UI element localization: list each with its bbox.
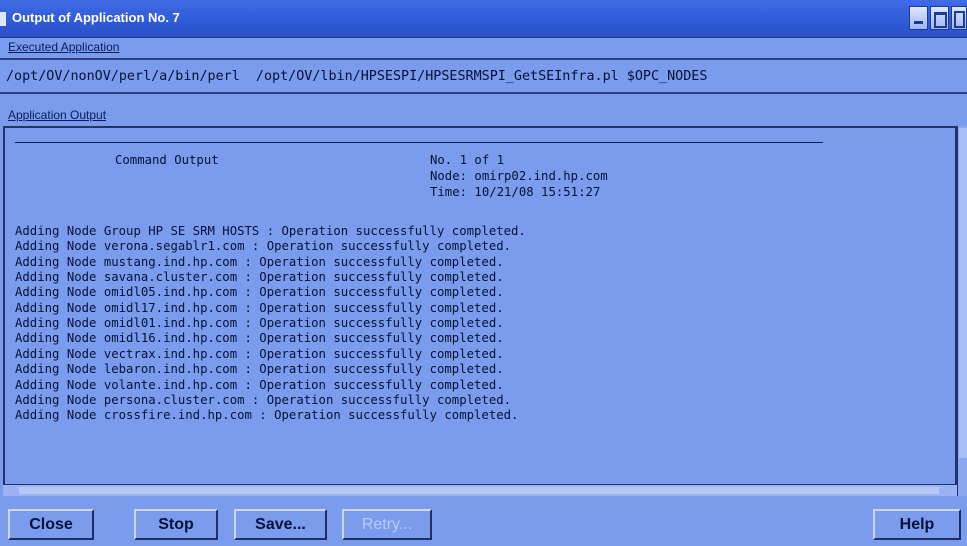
output-time: Time: 10/21/08 15:51:27 xyxy=(430,185,601,199)
application-output-label: Application Output xyxy=(8,108,107,122)
output-line: Adding Node omidl16.ind.hp.com : Operati… xyxy=(15,331,504,346)
output-node: Node: omirp02.ind.hp.com xyxy=(430,169,608,183)
button-bar: Close Stop Save... Retry... Help xyxy=(0,503,967,546)
title-bar: Output of Application No. 7 xyxy=(0,0,967,38)
close-icon xyxy=(954,11,965,28)
executed-application-label: Executed Application xyxy=(8,40,120,54)
maximize-button[interactable] xyxy=(930,6,949,30)
output-count: No. 1 of 1 xyxy=(430,153,505,167)
executed-command-field: /opt/OV/nonOV/perl/a/bin/perl /opt/OV/lb… xyxy=(0,58,967,94)
output-line: Adding Node volante.ind.hp.com : Operati… xyxy=(15,377,504,392)
output-divider xyxy=(15,142,823,143)
output-line: Adding Node Group HP SE SRM HOSTS : Oper… xyxy=(15,224,526,238)
vertical-scroll-thumb[interactable] xyxy=(959,128,967,458)
command-output-heading: Command Output xyxy=(115,153,219,167)
close-window-button[interactable] xyxy=(951,6,967,30)
executed-command-text: /opt/OV/nonOV/perl/a/bin/perl /opt/OV/lb… xyxy=(6,69,708,84)
horizontal-scrollbar[interactable] xyxy=(3,484,957,496)
output-line: Adding Node mustang.ind.hp.com : Operati… xyxy=(15,254,504,269)
output-line: Adding Node omidl01.ind.hp.com : Operati… xyxy=(15,316,504,331)
retry-button: Retry... xyxy=(342,509,432,540)
output-line: Adding Node omidl17.ind.hp.com : Operati… xyxy=(15,300,504,315)
output-line: Adding Node savana.cluster.com : Operati… xyxy=(15,270,504,285)
horizontal-scroll-thumb[interactable] xyxy=(19,487,939,494)
close-button[interactable]: Close xyxy=(8,509,94,540)
output-line: Adding Node crossfire.ind.hp.com : Opera… xyxy=(15,408,519,423)
output-line: Adding Node lebaron.ind.hp.com : Operati… xyxy=(15,362,504,377)
output-line: Adding Node omidl05.ind.hp.com : Operati… xyxy=(15,285,504,300)
minimize-icon xyxy=(914,21,923,24)
stop-button[interactable]: Stop xyxy=(134,509,218,540)
save-button[interactable]: Save... xyxy=(234,509,327,540)
minimize-button[interactable] xyxy=(909,6,928,30)
application-output-pane[interactable]: Command Output No. 1 of 1 Node: omirp02.… xyxy=(3,126,957,496)
vertical-scrollbar[interactable] xyxy=(957,126,967,496)
help-button[interactable]: Help xyxy=(873,509,961,540)
maximize-icon xyxy=(934,12,947,28)
output-line: Adding Node verona.segablr1.com : Operat… xyxy=(15,239,512,254)
output-line: Adding Node persona.cluster.com : Operat… xyxy=(15,392,512,407)
window-title: Output of Application No. 7 xyxy=(12,10,180,25)
app-icon xyxy=(0,12,6,26)
output-line: Adding Node vectrax.ind.hp.com : Operati… xyxy=(15,346,504,361)
